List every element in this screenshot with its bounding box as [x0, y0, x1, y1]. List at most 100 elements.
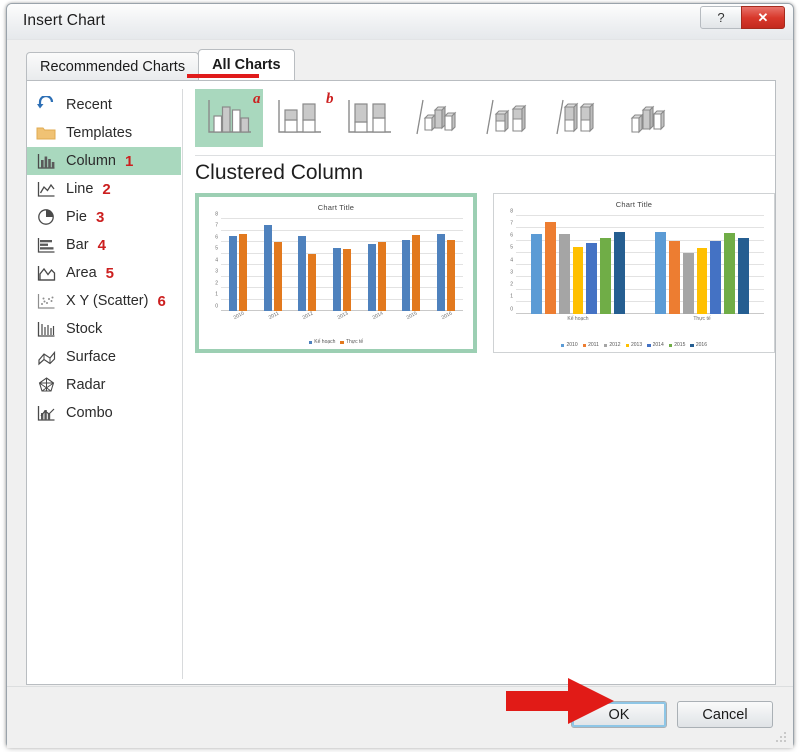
- annotation-number: 4: [97, 236, 106, 254]
- y-axis-tick-label: 8: [510, 208, 513, 214]
- x-axis-line: [221, 310, 463, 311]
- gridline: [221, 264, 463, 265]
- legend-item: Kế hoạch: [308, 339, 336, 345]
- x-axis-tick-label: 2014: [371, 310, 384, 322]
- legend-label: Thực tế: [345, 339, 364, 345]
- sidebar-item-recent[interactable]: Recent: [27, 91, 181, 119]
- chart-preview-clustered-column-switched[interactable]: Chart Title 0 1 2 3 4 5 6 7 8 Kế hoạch Thực tế 201…: [493, 193, 775, 353]
- legend-swatch: [603, 343, 608, 348]
- legend-item: Thực tế: [340, 340, 363, 345]
- chart-bar: [308, 253, 317, 311]
- legend-item: 2012: [603, 343, 621, 348]
- chart-legend: Kế hoạch Thực tế: [199, 340, 473, 345]
- sidebar-item-label: Line: [66, 181, 94, 197]
- chart-bar: [343, 248, 352, 311]
- chart-bar: [446, 239, 455, 311]
- annotation-number: 5: [105, 264, 114, 282]
- annotation-number: 2: [102, 180, 111, 198]
- dialog-body: Recommended Charts All Charts Recent Tem…: [7, 40, 793, 748]
- close-icon[interactable]: ✕: [741, 6, 785, 29]
- gallery-item-stacked-column[interactable]: [265, 89, 333, 147]
- legend-item: 2016: [690, 343, 707, 348]
- chart-preview-clustered-column[interactable]: Chart Title 0 1 2 3 4 5 6 7 8 2010 2011 2012 2013 201…: [195, 193, 477, 353]
- chart-bar: [377, 242, 386, 311]
- chart-bar: [298, 236, 307, 311]
- plot-area: 0 1 2 3 4 5 6 7 8 Kế hoạch Thực tế: [510, 209, 764, 322]
- chart-bar: [412, 235, 421, 311]
- sidebar-item-label: Combo: [66, 405, 113, 421]
- sidebar-item-xy-scatter[interactable]: X Y (Scatter) 6: [27, 287, 181, 315]
- sidebar-item-combo[interactable]: Combo: [27, 399, 181, 427]
- gallery-divider: [195, 155, 775, 156]
- y-axis-tick-label: 5: [510, 244, 513, 251]
- legend-item: 2010: [560, 343, 578, 348]
- chart-bar: [402, 239, 411, 311]
- title-bar: Insert Chart ? ✕: [7, 4, 793, 40]
- recent-icon: [33, 95, 59, 115]
- window-title: Insert Chart: [23, 12, 106, 29]
- gallery-item-100-percent-stacked-column[interactable]: [335, 89, 403, 147]
- folder-icon: [33, 123, 59, 143]
- y-axis-tick-label: 5: [215, 245, 218, 252]
- annotation-letter-a: a: [253, 91, 261, 107]
- chart-bar: [724, 233, 735, 314]
- chart-bar: [600, 238, 611, 314]
- chart-bar: [710, 240, 722, 314]
- sidebar-item-bar[interactable]: Bar 4: [27, 231, 181, 259]
- gridline: [221, 287, 463, 288]
- chart-type-list: Recent Templates Column 1 Line 2 Pie 3 B…: [27, 91, 181, 427]
- gallery-item-3d-100-percent-stacked-column[interactable]: [545, 89, 613, 147]
- legend-item: 2011: [582, 343, 599, 348]
- chart-bar: [668, 240, 680, 314]
- line-icon: [33, 179, 59, 199]
- dialog-footer: OK Cancel: [7, 686, 793, 748]
- sidebar-item-surface[interactable]: Surface: [27, 343, 181, 371]
- annotation-number: 6: [157, 292, 166, 310]
- sidebar-item-templates[interactable]: Templates: [27, 119, 181, 147]
- y-axis-tick-label: 8: [215, 211, 218, 217]
- chart-bar: [614, 231, 625, 314]
- legend-label: 2014: [652, 342, 664, 348]
- sidebar-item-label: Recent: [66, 97, 112, 113]
- sidebar-item-label: Radar: [66, 377, 106, 393]
- sidebar-item-radar[interactable]: Radar: [27, 371, 181, 399]
- y-axis-tick-label: 0: [215, 303, 218, 309]
- tab-recommended-charts[interactable]: Recommended Charts: [26, 52, 200, 80]
- chart-bar: [544, 222, 556, 314]
- legend-swatch: [582, 343, 587, 348]
- legend-label: Kế hoạch: [314, 339, 336, 345]
- chart-bar: [738, 238, 749, 314]
- x-axis-tick-label: 2015: [405, 310, 419, 322]
- legend-swatch: [308, 340, 313, 345]
- cancel-button[interactable]: Cancel: [677, 701, 773, 728]
- chart-canvas: Chart Title 0 1 2 3 4 5 6 7 8 Kế hoạch Thực tế 201…: [494, 194, 774, 352]
- sidebar-item-line[interactable]: Line 2: [27, 175, 181, 203]
- gallery-item-3d-column[interactable]: [615, 89, 683, 147]
- y-axis-tick-label: 3: [510, 269, 513, 276]
- sidebar-item-label: Area: [66, 265, 97, 281]
- chart-bar: [263, 224, 272, 311]
- legend-swatch: [668, 343, 673, 348]
- chart-bar: [229, 236, 238, 311]
- y-axis-tick-label: 4: [510, 257, 513, 263]
- chart-bar: [273, 242, 282, 311]
- help-button[interactable]: ?: [700, 6, 742, 29]
- sidebar-item-label: Column: [66, 153, 116, 169]
- chart-title: Chart Title: [317, 203, 355, 212]
- x-axis-tick-label: 2011: [267, 310, 280, 321]
- annotation-number: 3: [95, 208, 105, 226]
- sidebar-item-column[interactable]: Column 1: [27, 147, 181, 175]
- sidebar-item-area[interactable]: Area 5: [27, 259, 181, 287]
- resize-grip[interactable]: [776, 732, 788, 744]
- annotation-tab-underline: [187, 74, 259, 78]
- area-icon: [33, 263, 59, 283]
- gallery-item-3d-stacked-column[interactable]: [475, 89, 543, 147]
- gridline: [221, 298, 463, 300]
- gallery-item-3d-clustered-column[interactable]: [405, 89, 473, 147]
- y-axis-tick-label: 7: [510, 220, 513, 227]
- sidebar-item-stock[interactable]: Stock: [27, 315, 181, 343]
- chart-legend: 2010 2011 2012 2013 2014 2015 2016: [494, 343, 774, 348]
- chart-canvas: Chart Title 0 1 2 3 4 5 6 7 8 2010 2011 2012 2013 201…: [199, 197, 473, 349]
- sidebar-item-pie[interactable]: Pie 3: [27, 203, 181, 231]
- combo-icon: [33, 403, 59, 423]
